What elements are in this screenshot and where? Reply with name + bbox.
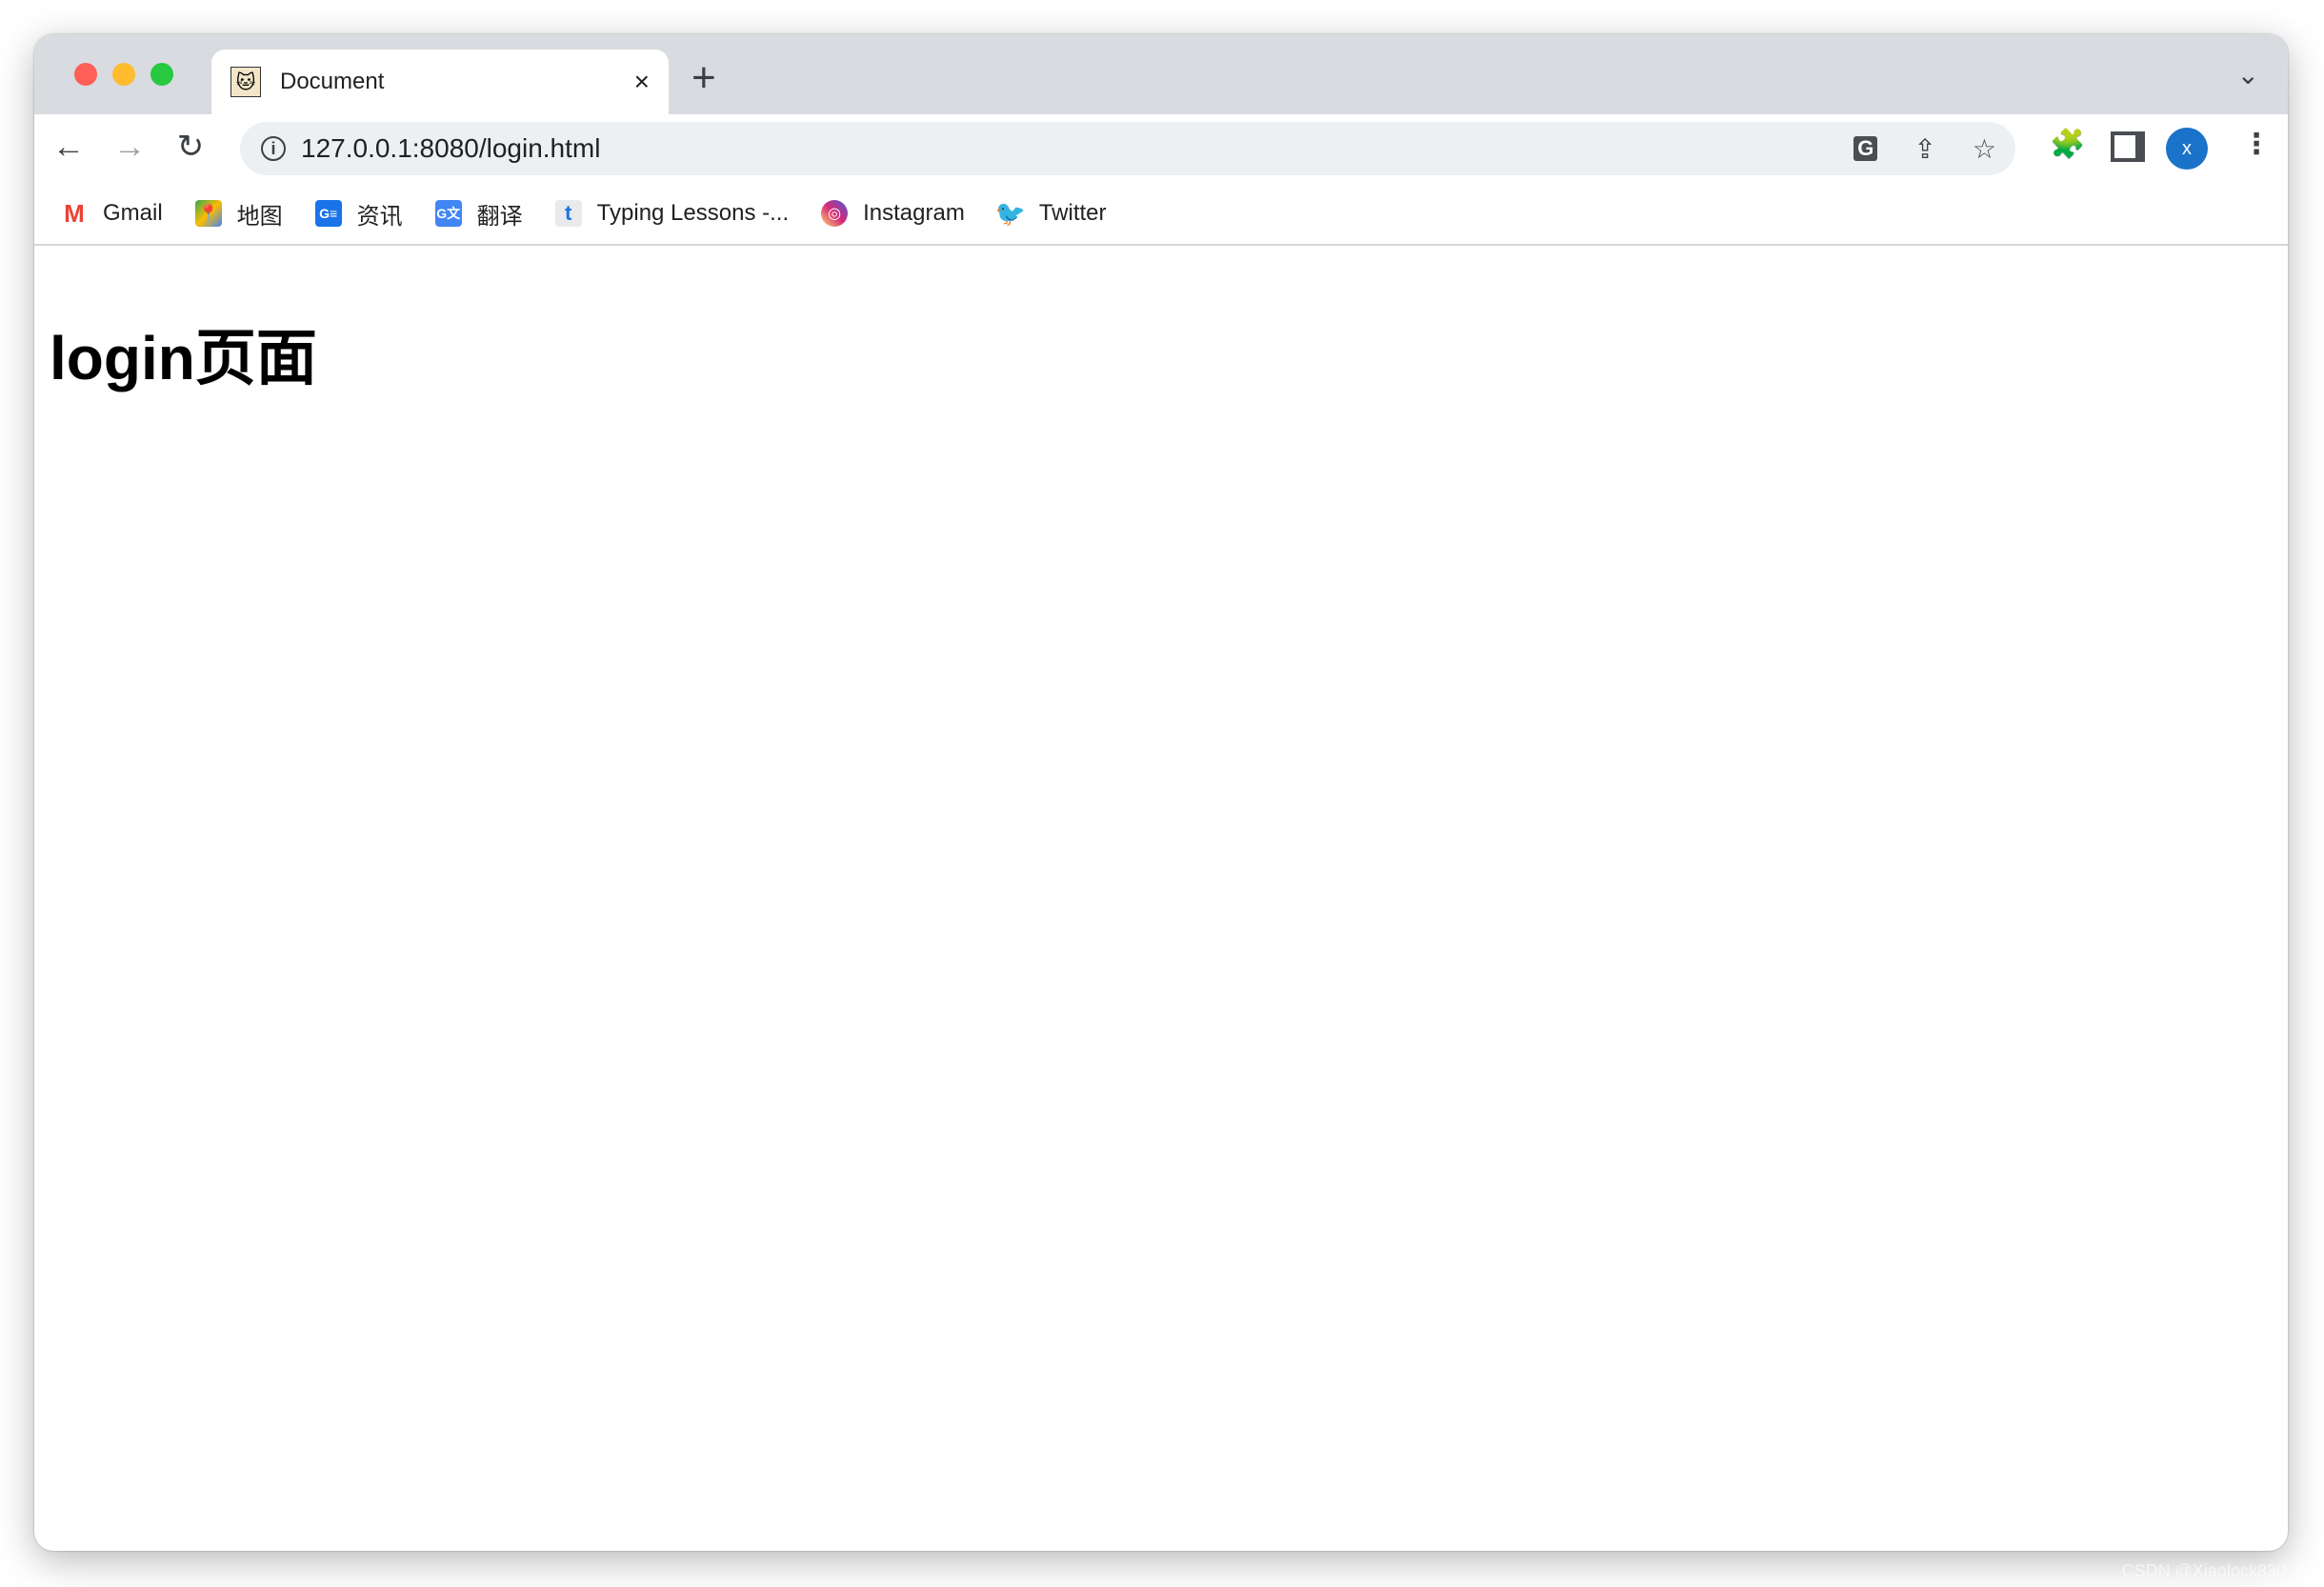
twitter-icon: 🐦 [994, 198, 1027, 228]
avatar[interactable]: x [2166, 128, 2208, 170]
tab-strip: 🐱 Document × + ⌄ [34, 34, 2288, 114]
news-icon: G≡ [314, 200, 342, 227]
gmail-icon: M [64, 198, 85, 228]
side-panel-icon[interactable] [2111, 131, 2145, 162]
forward-button[interactable]: → [109, 126, 150, 168]
maps-icon: 📍 [194, 200, 222, 227]
translate-page-icon[interactable]: G [1853, 136, 1878, 161]
watermark: CSDN @Xiaolock830 [2121, 1561, 2286, 1580]
close-tab-icon[interactable]: × [634, 67, 650, 97]
bookmark-typing-lessons[interactable]: t Typing Lessons -... [554, 200, 790, 227]
share-icon[interactable]: ⇪ [1913, 133, 1935, 165]
bookmark-twitter[interactable]: 🐦 Twitter [994, 198, 1107, 228]
url-text[interactable]: 127.0.0.1:8080/login.html [301, 133, 1853, 164]
info-icon[interactable]: i [261, 136, 286, 161]
maximize-window-button[interactable] [150, 63, 173, 86]
chevron-down-icon[interactable]: ⌄ [2237, 59, 2259, 90]
page-title: login页面 [50, 324, 317, 392]
tab-title: Document [280, 69, 385, 94]
bookmark-translate[interactable]: G文 翻译 [434, 197, 523, 231]
instagram-icon: ◎ [821, 200, 849, 227]
bookmark-star-icon[interactable]: ☆ [1973, 133, 1996, 165]
typing-icon: t [554, 200, 582, 227]
tomcat-icon: 🐱 [230, 67, 261, 97]
address-bar[interactable]: i 127.0.0.1:8080/login.html G ⇪ ☆ [240, 122, 2015, 175]
minimize-window-button[interactable] [112, 63, 135, 86]
new-tab-button[interactable]: + [691, 57, 716, 99]
back-button[interactable]: ← [48, 126, 90, 168]
bookmark-maps[interactable]: 📍 地图 [194, 197, 283, 231]
translate-icon: G文 [434, 200, 462, 227]
bookmark-gmail[interactable]: M Gmail [61, 198, 163, 228]
bookmark-news[interactable]: G≡ 资讯 [314, 197, 403, 231]
bookmark-label: Instagram [863, 200, 965, 226]
bookmark-label: 资讯 [356, 203, 403, 230]
bookmarks-bar: M Gmail 📍 地图 G≡ 资讯 G文 翻译 t Typing Lessons -..… [34, 183, 2288, 246]
toolbar: ← → ↻ i 127.0.0.1:8080/login.html G ⇪ ☆ … [34, 114, 2288, 183]
bookmark-instagram[interactable]: ◎ Instagram [821, 200, 965, 227]
close-window-button[interactable] [74, 63, 97, 86]
window-controls [74, 63, 173, 86]
tab-document[interactable]: 🐱 Document × [211, 50, 669, 114]
menu-kebab-icon[interactable]: ⋮ [2242, 128, 2271, 161]
bookmark-label: 翻译 [476, 203, 523, 230]
extensions-puzzle-icon[interactable]: 🧩 [2050, 128, 2085, 161]
bookmark-label: Twitter [1038, 200, 1107, 226]
bookmark-label: Gmail [103, 200, 163, 226]
bookmark-label: 地图 [236, 203, 283, 230]
browser-window: 🐱 Document × + ⌄ ← → ↻ i 127.0.0.1:8080/… [34, 34, 2288, 1551]
bookmark-label: Typing Lessons -... [596, 200, 790, 226]
reload-button[interactable]: ↻ [170, 126, 211, 168]
page-content: login页面 [34, 246, 2288, 1551]
